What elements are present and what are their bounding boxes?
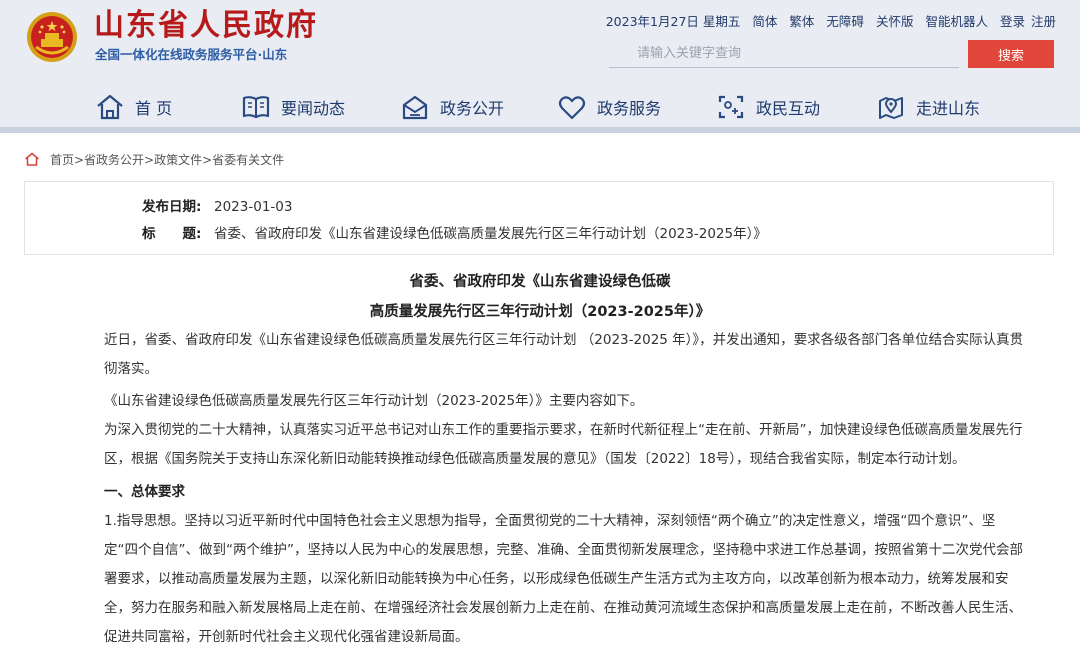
publish-date-value: 2023-01-03 (214, 199, 293, 215)
robot-link[interactable]: 智能机器人 (925, 13, 988, 31)
breadcrumb-path[interactable]: 首页>省政务公开>政策文件>省委有关文件 (50, 151, 284, 168)
article-paragraph-1: 近日，省委、省政府印发《山东省建设绿色低碳高质量发展先行区三年行动计划 （202… (104, 326, 1024, 384)
article-paragraph-3: 为深入贯彻党的二十大精神，认真落实习近平总书记对山东工作的重要指示要求，在新时代… (104, 416, 1024, 474)
nav-home-label: 首 页 (135, 99, 173, 118)
paragraph-3-text: 为深入贯彻党的二十大精神，认真落实习近平总书记对山东工作的重要指示要求，在新时代… (104, 422, 1023, 467)
search-input[interactable] (609, 40, 959, 66)
nav-news[interactable]: 要闻动态 (241, 88, 345, 126)
paragraph-2-text: 《山东省建设绿色低碳高质量发展先行区三年行动计划（2023-2025年）》主要内… (104, 393, 644, 409)
title-row: 标 题: 省委、省政府印发《山东省建设绿色低碳高质量发展先行区三年行动计划（20… (142, 224, 767, 244)
login-link[interactable]: 登录 (1000, 13, 1025, 31)
paragraph-1-text: 近日，省委、省政府印发《山东省建设绿色低碳高质量发展先行区三年行动计划 （202… (104, 332, 1024, 377)
search-box (609, 40, 959, 68)
main-nav: 首 页 要闻动态 政务公开 政务服务 政民互动 走进山东 (0, 88, 1080, 126)
care-mode-link[interactable]: 关怀版 (876, 13, 914, 31)
top-links: 2023年1月27日 星期五 简体 繁体 无障碍 关怀版 智能机器人 登录 注册 (606, 13, 1056, 31)
nav-services[interactable]: 政务服务 (557, 88, 661, 126)
current-date: 2023年1月27日 星期五 (605, 14, 741, 29)
paragraph-4-text: 1.指导思想。坚持以习近平新时代中国特色社会主义思想为指导，全面贯彻党的二十大精… (104, 513, 1023, 645)
header-divider (0, 127, 1080, 133)
interaction-icon (718, 95, 744, 119)
article-paragraph-2: 《山东省建设绿色低碳高质量发展先行区三年行动计划（2023-2025年）》主要内… (104, 387, 1024, 416)
heart-icon (558, 96, 586, 120)
nav-home[interactable]: 首 页 (95, 88, 172, 126)
search-button[interactable]: 搜索 (968, 40, 1054, 68)
publish-date-row: 发布日期: 2023-01-03 (142, 197, 292, 217)
site-header: 山东省人民政府 全国一体化在线政务服务平台·山东 2023年1月27日 星期五 … (0, 0, 1080, 133)
location-icon (879, 97, 903, 119)
article-paragraph-4: 1.指导思想。坚持以习近平新时代中国特色社会主义思想为指导，全面贯彻党的二十大精… (104, 507, 1024, 652)
accessible-link[interactable]: 无障碍 (826, 13, 864, 31)
nav-interaction-label: 政民互动 (756, 99, 821, 118)
simplified-link[interactable]: 简体 (752, 13, 777, 31)
site-subtitle: 全国一体化在线政务服务平台·山东 (95, 47, 288, 62)
article-info-box: 发布日期: 2023-01-03 标 题: 省委、省政府印发《山东省建设绿色低碳… (24, 181, 1054, 255)
article-title-line2: 高质量发展先行区三年行动计划（2023-2025年）》 (369, 304, 711, 320)
article-title-line1: 省委、省政府印发《山东省建设绿色低碳 (409, 274, 671, 290)
publish-date-label: 发布日期: (142, 199, 202, 215)
section-heading: 一、总体要求 (104, 484, 185, 500)
book-icon (242, 96, 270, 119)
inbox-icon (402, 95, 428, 120)
nav-news-label: 要闻动态 (281, 99, 346, 118)
nav-services-label: 政务服务 (597, 99, 662, 118)
nav-open-gov-label: 政务公开 (440, 99, 505, 118)
title-label: 标 题: (142, 226, 202, 242)
home-icon (97, 94, 123, 120)
nav-shandong[interactable]: 走进山东 (876, 88, 980, 126)
title-value: 省委、省政府印发《山东省建设绿色低碳高质量发展先行区三年行动计划（2023-20… (214, 226, 767, 242)
breadcrumb-home-icon[interactable] (24, 152, 40, 166)
traditional-link[interactable]: 繁体 (789, 13, 814, 31)
breadcrumb: 首页>省政务公开>政策文件>省委有关文件 (24, 150, 284, 168)
nav-interaction[interactable]: 政民互动 (716, 88, 820, 126)
nav-shandong-label: 走进山东 (916, 99, 981, 118)
register-link[interactable]: 注册 (1031, 13, 1056, 31)
site-title[interactable]: 山东省人民政府 (94, 8, 318, 44)
national-emblem-icon[interactable] (26, 11, 78, 63)
nav-open-gov[interactable]: 政务公开 (400, 88, 504, 126)
